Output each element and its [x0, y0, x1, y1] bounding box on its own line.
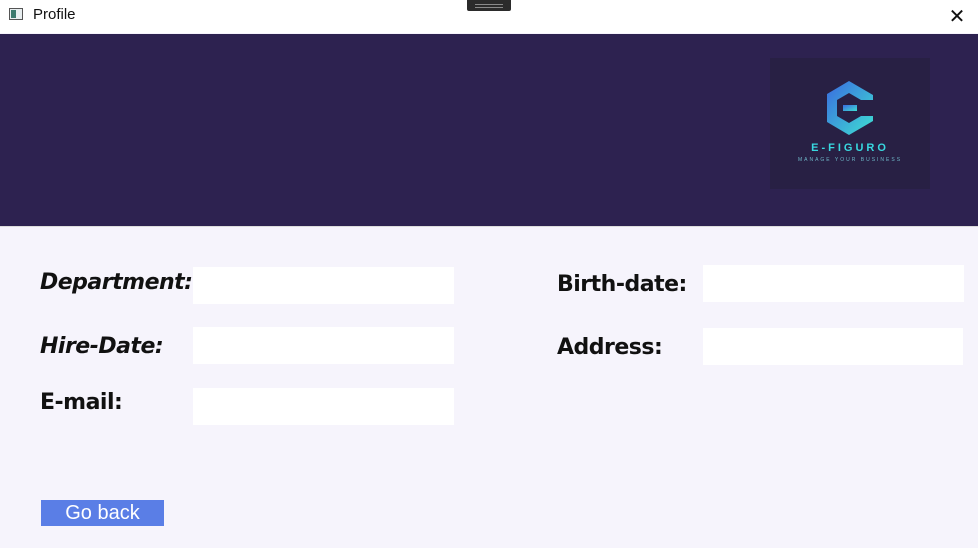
go-back-button[interactable]: Go back [41, 500, 164, 526]
department-field[interactable] [193, 267, 454, 304]
divider [0, 226, 978, 227]
email-label: E-mail: [40, 390, 123, 415]
address-field[interactable] [703, 328, 963, 365]
window-title: Profile [33, 6, 76, 23]
birth-date-label: Birth-date: [557, 272, 687, 297]
birth-date-field[interactable] [703, 265, 964, 302]
logo-tagline: MANAGE YOUR BUSINESS [797, 157, 903, 163]
logo-icon [827, 81, 873, 135]
logo: E-FIGURO MANAGE YOUR BUSINESS [770, 58, 930, 189]
close-icon: ✕ [948, 5, 966, 28]
address-label: Address: [557, 335, 663, 360]
logo-name: E-FIGURO [811, 142, 889, 154]
department-label: Department: [40, 270, 193, 295]
close-button[interactable]: ✕ [942, 3, 972, 29]
hire-date-field[interactable] [193, 327, 454, 364]
hire-date-label: Hire-Date: [40, 334, 164, 359]
header-banner: E-FIGURO MANAGE YOUR BUSINESS [0, 34, 978, 226]
app-window-icon [9, 8, 23, 20]
title-bar: Profile ✕ [0, 0, 978, 33]
email-field[interactable] [193, 388, 454, 425]
drag-handle[interactable] [467, 0, 511, 11]
